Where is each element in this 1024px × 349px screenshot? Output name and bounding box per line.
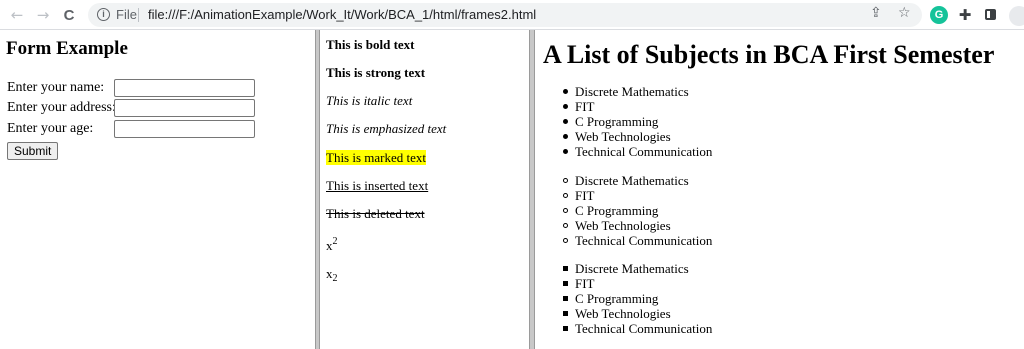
disc-bullet (563, 134, 568, 139)
list-item: FIT (563, 99, 712, 114)
bookmark-star-icon[interactable]: ☆ (898, 5, 911, 21)
extensions-puzzle-icon[interactable]: ✚ (956, 6, 974, 24)
list-item: Technical Communication (563, 144, 713, 159)
list-item-text: Discrete Mathematics (575, 261, 689, 276)
square-bullet (563, 266, 568, 271)
subscript-example: x2 (326, 266, 338, 284)
disc-bullet (563, 89, 568, 94)
list-item: C Programming (563, 203, 712, 218)
site-info-icon[interactable]: i (97, 8, 110, 21)
square-bullet (563, 281, 568, 286)
side-panel-icon[interactable] (985, 9, 996, 20)
address-input[interactable] (114, 99, 255, 117)
subjects-list-disc: Discrete Mathematics FIT C Programming W… (563, 84, 713, 159)
list-item: Web Technologies (563, 129, 712, 144)
disc-bullet (563, 119, 568, 124)
inserted-text: This is inserted text (326, 178, 429, 193)
list-item-text: Technical Communication (575, 321, 713, 336)
forward-arrow-icon[interactable]: → (32, 4, 54, 26)
back-arrow-icon[interactable]: ← (6, 4, 28, 26)
list-item: Technical Communication (563, 321, 713, 336)
list-item-text: C Programming (575, 203, 659, 218)
list-item: Discrete Mathematics (563, 261, 712, 276)
form-heading: Form Example (6, 38, 128, 59)
share-icon[interactable]: ⇪ (870, 5, 882, 21)
list-item: C Programming (563, 114, 712, 129)
superscript-example: x2 (326, 236, 338, 254)
list-item-text: Web Technologies (575, 306, 671, 321)
disc-bullet (563, 149, 568, 154)
list-item-text: Discrete Mathematics (575, 84, 689, 99)
reload-icon[interactable]: C (58, 4, 80, 26)
url-text[interactable]: file:///F:/AnimationExample/Work_It/Work… (148, 7, 536, 22)
age-label: Enter your age: (7, 121, 94, 136)
circle-bullet (563, 208, 568, 213)
bold-text: This is bold text (326, 37, 415, 52)
list-item-text: FIT (575, 99, 595, 114)
list-item: Discrete Mathematics (563, 84, 712, 99)
name-label: Enter your name: (7, 80, 105, 95)
omnibox-separator (138, 8, 139, 22)
file-scheme-label: File (116, 7, 137, 22)
circle-bullet (563, 238, 568, 243)
italic-text: This is italic text (326, 93, 413, 108)
address-label: Enter your address: (7, 100, 116, 115)
list-item: FIT (563, 276, 712, 291)
address-bar[interactable]: i File file:///F:/AnimationExample/Work_… (88, 3, 922, 27)
square-bullet (563, 296, 568, 301)
list-item: Discrete Mathematics (563, 173, 712, 188)
marked-text: This is marked text (326, 150, 427, 165)
superscript-exponent: 2 (332, 236, 338, 247)
list-item: Web Technologies (563, 306, 712, 321)
name-input[interactable] (114, 79, 255, 97)
list-item-text: Web Technologies (575, 218, 671, 233)
list-item: C Programming (563, 291, 712, 306)
list-item-text: FIT (575, 276, 595, 291)
list-item-text: Technical Communication (575, 233, 713, 248)
superscript-base: x (326, 238, 333, 253)
square-bullet (563, 311, 568, 316)
profile-avatar[interactable] (1009, 6, 1024, 26)
circle-bullet (563, 193, 568, 198)
list-item-text: Discrete Mathematics (575, 173, 689, 188)
square-bullet (563, 326, 568, 331)
list-item: Web Technologies (563, 218, 712, 233)
browser-toolbar: ← → C i File file:///F:/AnimationExample… (0, 0, 1024, 30)
list-item-text: C Programming (575, 291, 659, 306)
list-item-text: Technical Communication (575, 144, 713, 159)
list-item-text: FIT (575, 188, 595, 203)
middle-frame: This is bold text This is strong text Th… (320, 30, 529, 349)
subjects-list-square: Discrete Mathematics FIT C Programming W… (563, 261, 713, 336)
circle-bullet (563, 178, 568, 183)
marked-text-line: This is marked text (326, 150, 427, 166)
left-frame: Form Example Enter your name: Enter your… (0, 30, 315, 349)
subscript-index: 2 (332, 273, 338, 284)
list-item-text: C Programming (575, 114, 659, 129)
right-frame: A List of Subjects in BCA First Semester… (535, 30, 1024, 349)
strong-text: This is strong text (326, 65, 426, 80)
age-input[interactable] (114, 120, 255, 138)
submit-button[interactable]: Submit (7, 142, 59, 160)
deleted-text: This is deleted text (326, 206, 425, 221)
subjects-list-circle: Discrete Mathematics FIT C Programming W… (563, 173, 713, 248)
list-item: Technical Communication (563, 233, 713, 248)
grammarly-extension-icon[interactable]: G (930, 6, 948, 24)
emphasized-text: This is emphasized text (326, 121, 447, 136)
disc-bullet (563, 104, 568, 109)
circle-bullet (563, 223, 568, 228)
list-item-text: Web Technologies (575, 129, 671, 144)
list-item: FIT (563, 188, 712, 203)
subscript-base: x (326, 266, 333, 281)
subjects-heading: A List of Subjects in BCA First Semester (543, 40, 995, 69)
